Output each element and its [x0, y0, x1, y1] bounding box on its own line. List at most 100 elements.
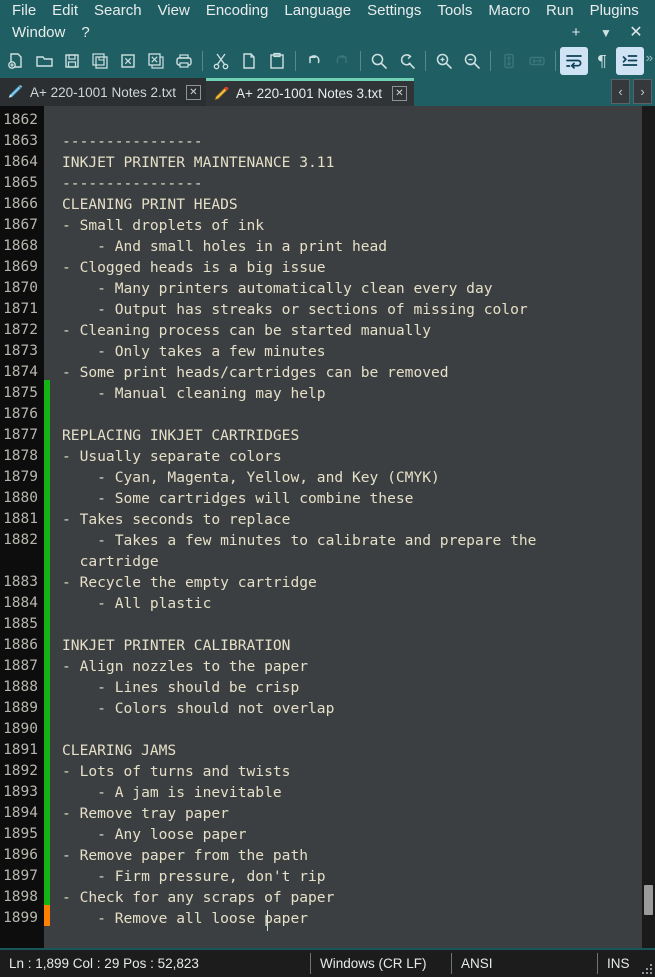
- menu-macro[interactable]: Macro: [480, 0, 538, 22]
- redo-icon[interactable]: [328, 47, 356, 75]
- code-line[interactable]: - Many printers automatically clean ever…: [62, 278, 492, 299]
- save-icon[interactable]: [58, 47, 86, 75]
- line-number: 1889: [3, 700, 38, 716]
- menu-plugins[interactable]: Plugins: [582, 0, 647, 22]
- code-line[interactable]: - Remove paper from the path: [62, 845, 308, 866]
- code-line[interactable]: - A jam is inevitable: [62, 782, 282, 803]
- menu-language[interactable]: Language: [276, 0, 359, 22]
- code-line[interactable]: - Align nozzles to the paper: [62, 656, 308, 677]
- tab-scroll-left-button[interactable]: ‹: [611, 79, 630, 104]
- window-list-dropdown-icon[interactable]: ▼: [593, 22, 619, 44]
- code-line[interactable]: ----------------: [62, 173, 203, 194]
- menu-view[interactable]: View: [150, 0, 198, 22]
- find-icon[interactable]: [365, 47, 393, 75]
- code-line[interactable]: REPLACING INKJET CARTRIDGES: [62, 425, 299, 446]
- code-line[interactable]: - Recycle the empty cartridge: [62, 572, 317, 593]
- menu-search[interactable]: Search: [86, 0, 150, 22]
- code-line[interactable]: - Lots of turns and twists: [62, 761, 290, 782]
- line-number: 1896: [3, 847, 38, 863]
- sync-horizontal-scroll-icon[interactable]: [523, 47, 551, 75]
- code-line[interactable]: - Cyan, Magenta, Yellow, and Key (CMYK): [62, 467, 440, 488]
- fold-margin[interactable]: [50, 106, 62, 948]
- close-window-button[interactable]: ✕: [623, 22, 649, 44]
- code-line[interactable]: - Clogged heads is a big issue: [62, 257, 326, 278]
- line-number: 1866: [3, 196, 38, 212]
- resize-grip-icon[interactable]: [641, 963, 652, 974]
- line-number: 1874: [3, 364, 38, 380]
- menu-run[interactable]: Run: [538, 0, 582, 22]
- menu-tools[interactable]: Tools: [429, 0, 480, 22]
- line-number: 1892: [3, 763, 38, 779]
- cut-scissors-icon[interactable]: [207, 47, 235, 75]
- line-number: 1863: [3, 133, 38, 149]
- tab-notes-3[interactable]: A+ 220-1001 Notes 3.txt ✕: [206, 78, 414, 106]
- code-line[interactable]: - Takes a few minutes to calibrate and p…: [62, 530, 536, 551]
- code-line[interactable]: - Some print heads/cartridges can be rem…: [62, 362, 449, 383]
- code-line[interactable]: - All plastic: [62, 593, 211, 614]
- code-line[interactable]: - Any loose paper: [62, 824, 246, 845]
- menu-settings[interactable]: Settings: [359, 0, 429, 22]
- code-line[interactable]: INKJET PRINTER CALIBRATION: [62, 635, 290, 656]
- code-line[interactable]: - Takes seconds to replace: [62, 509, 290, 530]
- code-line[interactable]: - Output has streaks or sections of miss…: [62, 299, 528, 320]
- word-wrap-icon[interactable]: [560, 47, 588, 75]
- code-line[interactable]: - Manual cleaning may help: [62, 383, 325, 404]
- insert-mode-status[interactable]: INS: [598, 949, 639, 977]
- tab-close-icon[interactable]: ✕: [185, 84, 201, 100]
- toolbar-separator: [360, 51, 361, 71]
- code-line[interactable]: - Lines should be crisp: [62, 677, 299, 698]
- undo-icon[interactable]: [300, 47, 328, 75]
- vertical-scrollbar[interactable]: [642, 106, 655, 948]
- code-line[interactable]: INKJET PRINTER MAINTENANCE 3.11: [62, 152, 334, 173]
- code-line[interactable]: - Small droplets of ink: [62, 215, 264, 236]
- paste-icon[interactable]: [263, 47, 291, 75]
- menu-[interactable]: ?: [73, 22, 97, 44]
- code-line[interactable]: - Remove tray paper: [62, 803, 229, 824]
- encoding-status[interactable]: ANSI: [452, 949, 597, 977]
- copy-icon[interactable]: [235, 47, 263, 75]
- eol-format-status[interactable]: Windows (CR LF): [311, 949, 451, 977]
- code-line[interactable]: - Only takes a few minutes: [62, 341, 325, 362]
- save-all-icon[interactable]: [86, 47, 114, 75]
- code-line[interactable]: - Usually separate colors: [62, 446, 282, 467]
- vertical-scrollbar-thumb[interactable]: [644, 885, 653, 915]
- code-line[interactable]: - Colors should not overlap: [62, 698, 334, 719]
- tab-close-icon[interactable]: ✕: [391, 86, 407, 101]
- menu-edit[interactable]: Edit: [44, 0, 86, 22]
- toolbar-overflow-icon[interactable]: »: [646, 50, 653, 65]
- close-all-icon[interactable]: [142, 47, 170, 75]
- code-line[interactable]: CLEANING PRINT HEADS: [62, 194, 238, 215]
- change-marker-saved: [44, 443, 50, 464]
- menu-encoding[interactable]: Encoding: [198, 0, 277, 22]
- code-line[interactable]: - Some cartridges will combine these: [62, 488, 413, 509]
- code-line[interactable]: - Check for any scraps of paper: [62, 887, 334, 908]
- sync-vertical-scroll-icon[interactable]: [495, 47, 523, 75]
- editor-area[interactable]: 1862 1863 1864 1865 1866 1867 1868 1869 1870 1871…: [0, 106, 655, 948]
- replace-icon[interactable]: [393, 47, 421, 75]
- line-number-gutter: 1862 1863 1864 1865 1866 1867 1868 1869 1870 1871…: [0, 106, 44, 948]
- code-line[interactable]: - Remove all loose paper: [62, 908, 308, 929]
- zoom-in-icon[interactable]: [430, 47, 458, 75]
- new-file-icon[interactable]: [2, 47, 30, 75]
- tab-scroll-right-button[interactable]: ›: [633, 79, 652, 104]
- code-line[interactable]: ----------------: [62, 131, 203, 152]
- change-marker-saved: [44, 674, 50, 695]
- print-icon[interactable]: [170, 47, 198, 75]
- change-marker-saved: [44, 590, 50, 611]
- indent-guide-icon[interactable]: [616, 47, 644, 75]
- show-all-characters-icon[interactable]: ¶: [588, 47, 616, 75]
- text-content[interactable]: ---------------- INKJET PRINTER MAINTENAN…: [62, 106, 642, 948]
- code-line[interactable]: - And small holes in a print head: [62, 236, 387, 257]
- change-marker-saved: [44, 485, 50, 506]
- new-tab-button[interactable]: +: [563, 22, 589, 44]
- code-line-wrapped[interactable]: cartridge: [62, 551, 159, 572]
- menu-window[interactable]: Window: [4, 22, 73, 44]
- open-folder-icon[interactable]: [30, 47, 58, 75]
- code-line[interactable]: - Cleaning process can be started manual…: [62, 320, 431, 341]
- tab-notes-2[interactable]: A+ 220-1001 Notes 2.txt ✕: [0, 78, 208, 106]
- close-file-icon[interactable]: [114, 47, 142, 75]
- code-line[interactable]: - Firm pressure, don't rip: [62, 866, 325, 887]
- menu-file[interactable]: File: [4, 0, 44, 22]
- code-line[interactable]: CLEARING JAMS: [62, 740, 176, 761]
- zoom-out-icon[interactable]: [458, 47, 486, 75]
